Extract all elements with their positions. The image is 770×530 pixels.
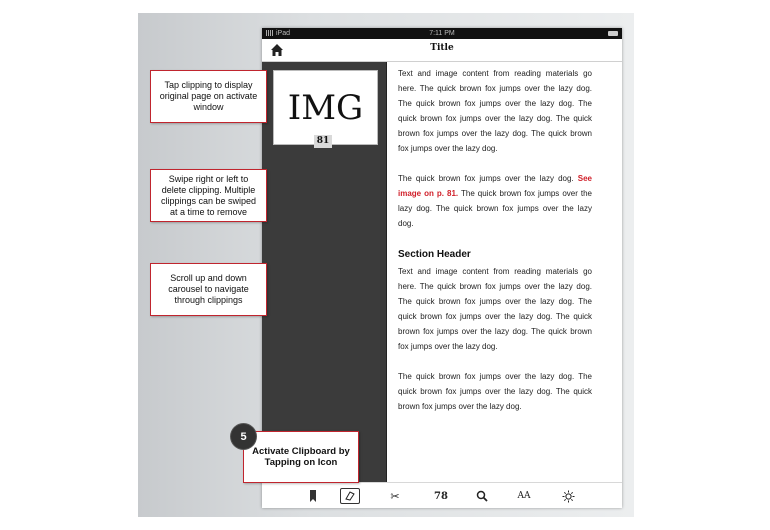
section-header: Section Header xyxy=(398,249,471,260)
paragraph: The quick brown fox jumps over the lazy … xyxy=(398,372,592,411)
annotation-swipe: Swipe right or left to delete clipping. … xyxy=(150,169,267,222)
step-badge: 5 xyxy=(231,424,256,449)
annotation-scroll: Scroll up and down carousel to navigate … xyxy=(150,263,267,316)
bookmark-icon[interactable] xyxy=(308,489,318,503)
clipboard-icon[interactable] xyxy=(340,488,360,504)
paragraph: Text and image content from reading mate… xyxy=(398,267,592,351)
battery-icon xyxy=(608,31,618,36)
clipboard-carousel[interactable]: IMG 81 xyxy=(262,62,387,482)
status-bar: iPad 7:11 PM xyxy=(262,28,622,39)
reading-content: Text and image content from reading mate… xyxy=(398,66,592,429)
paragraph: Text and image content from reading mate… xyxy=(398,69,592,153)
status-time: 7:11 PM xyxy=(429,30,455,37)
annotation-text: Activate Clipboard by Tapping on Icon xyxy=(252,446,350,468)
brightness-icon[interactable] xyxy=(561,489,575,503)
nav-bar: Title xyxy=(262,39,622,62)
annotation-activate-clipboard: Activate Clipboard by Tapping on Icon xyxy=(243,431,359,483)
annotation-text: Swipe right or left to delete clipping. … xyxy=(160,173,257,217)
annotation-tap-clipping: Tap clipping to display original page on… xyxy=(150,70,267,123)
scissors-icon[interactable]: ✂ xyxy=(388,489,402,503)
page-number-button[interactable]: 78 xyxy=(432,489,450,503)
paragraph-text: The quick brown fox jumps over the lazy … xyxy=(398,174,578,183)
clipping-page-number: 81 xyxy=(314,135,332,148)
clipping-thumbnail[interactable]: IMG xyxy=(273,70,378,145)
font-size-icon[interactable]: AA xyxy=(514,489,534,503)
search-icon[interactable] xyxy=(475,489,489,503)
paragraph: The quick brown fox jumps over the lazy … xyxy=(398,171,592,231)
annotation-text: Tap clipping to display original page on… xyxy=(159,80,258,112)
font-size-label: AA xyxy=(517,491,531,501)
page-title: Title xyxy=(430,43,454,53)
annotation-text: Scroll up and down carousel to navigate … xyxy=(168,273,249,305)
bottom-toolbar: ✂ 78 AA xyxy=(262,482,622,508)
